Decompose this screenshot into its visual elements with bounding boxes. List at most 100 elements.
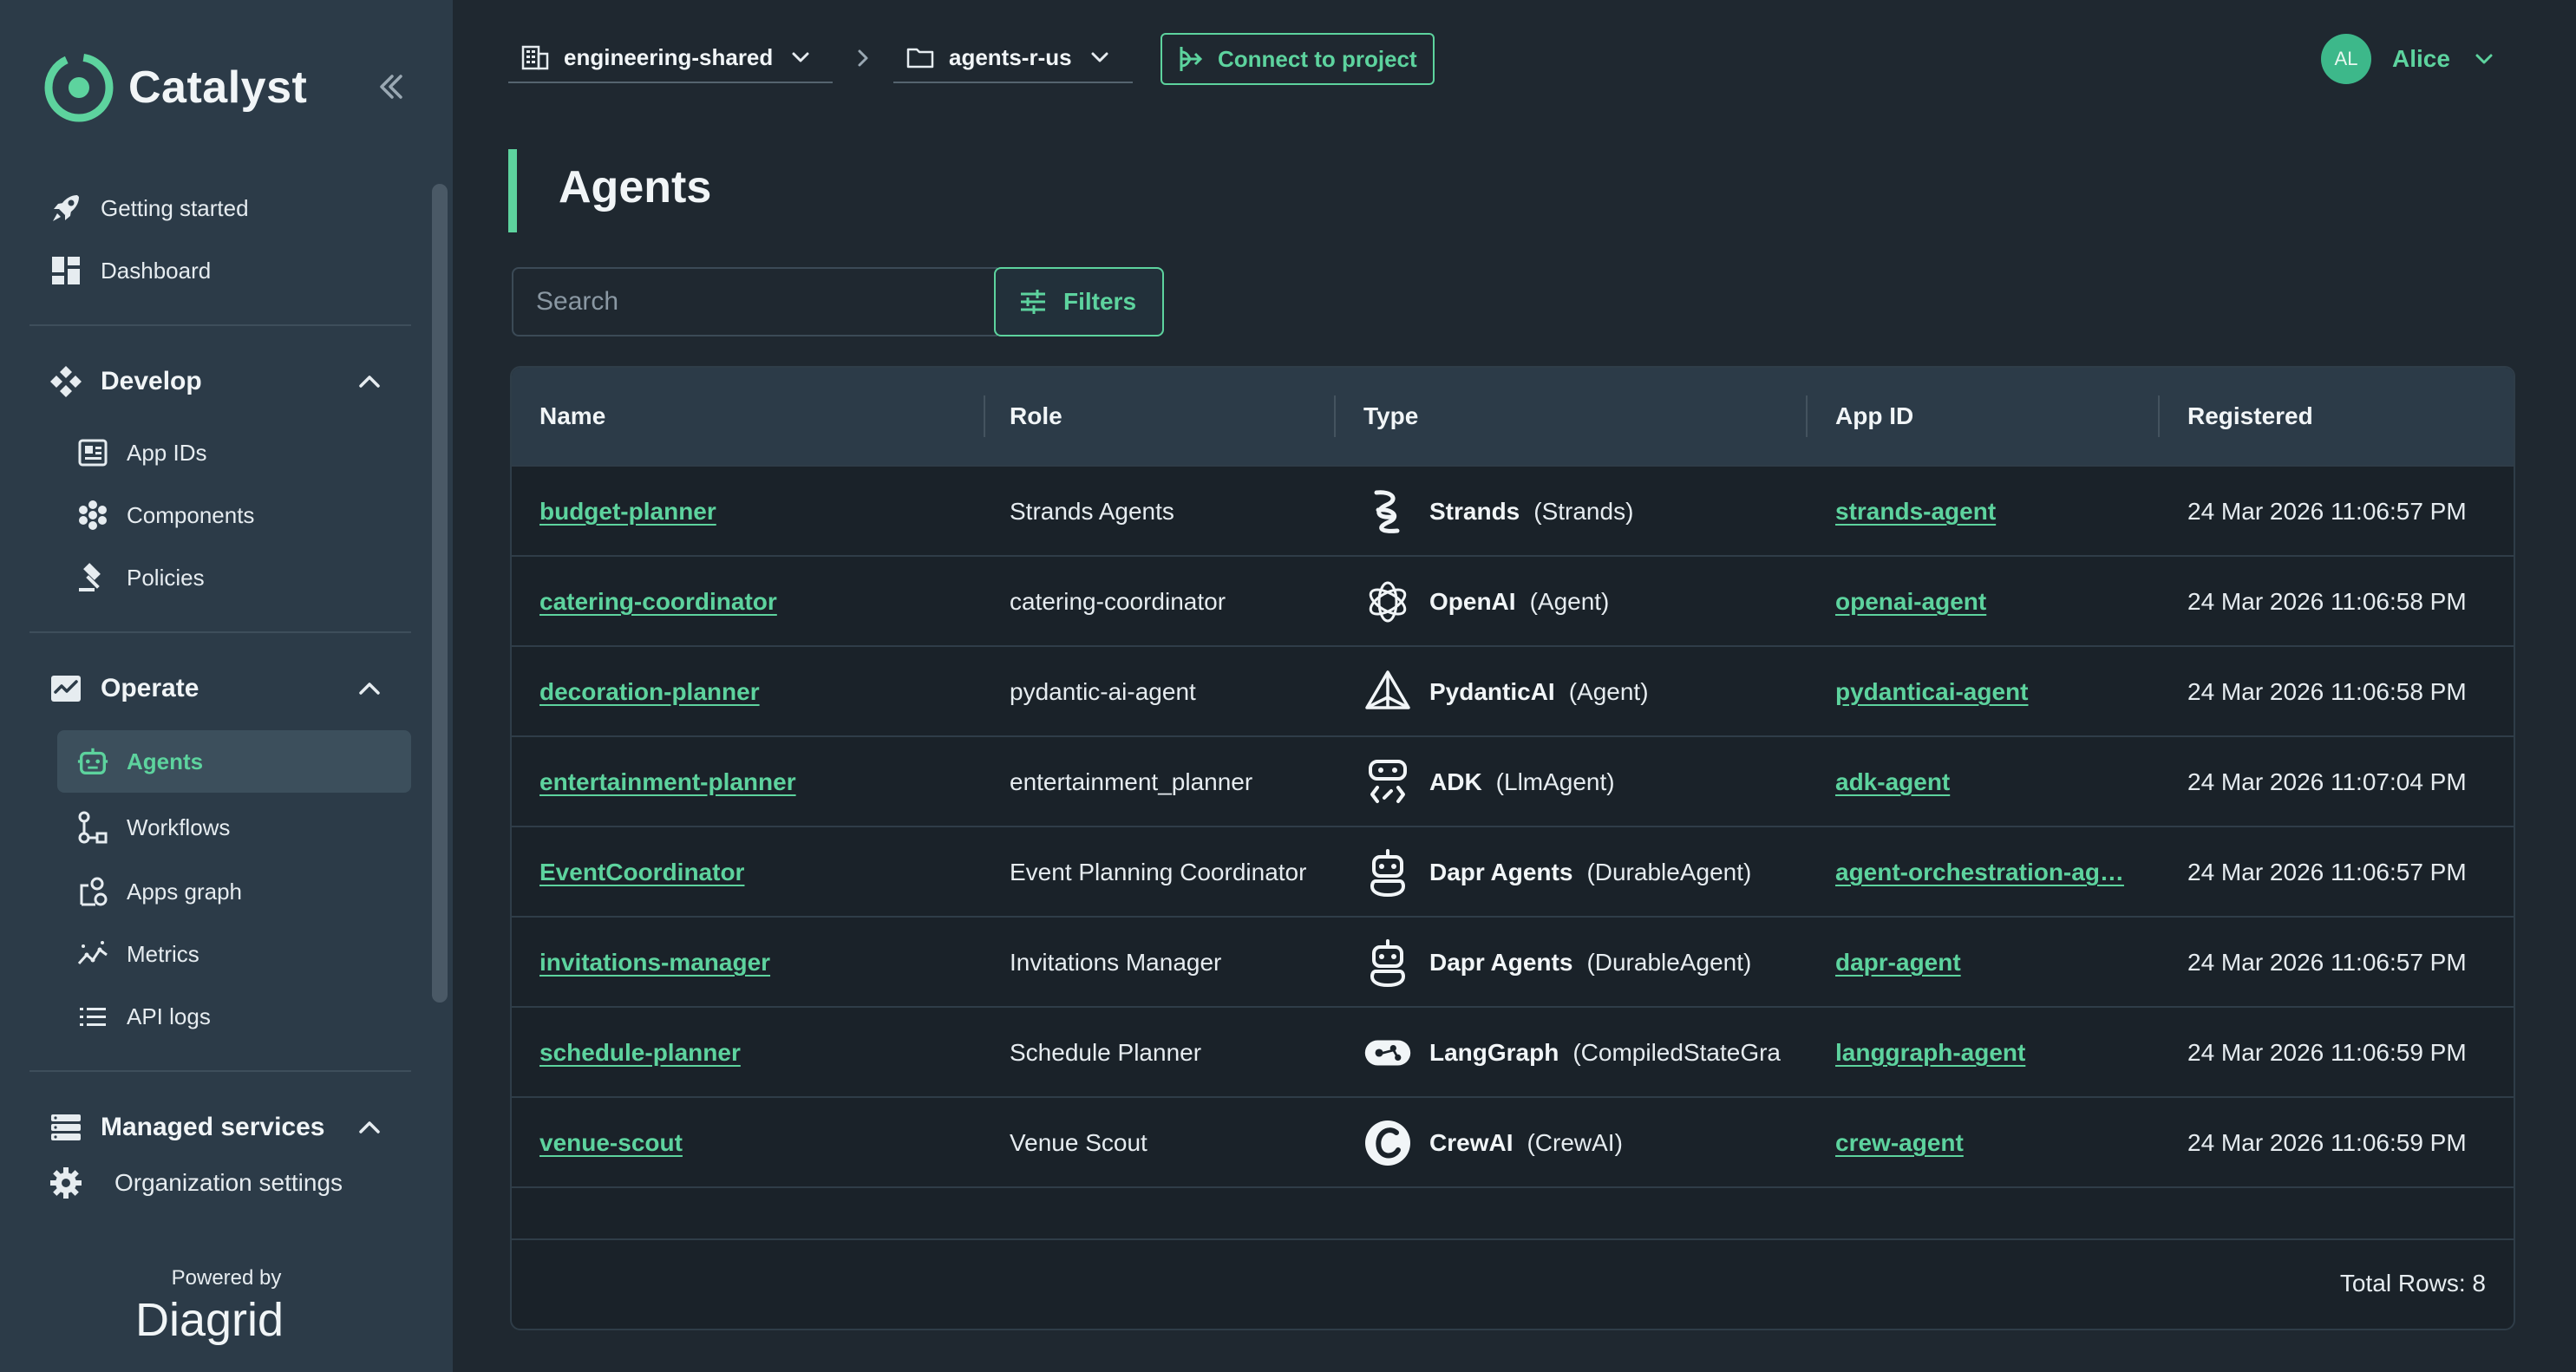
agent-name-link[interactable]: venue-scout xyxy=(539,1129,683,1157)
total-rows-label: Total Rows: 8 xyxy=(2339,1270,2486,1297)
sidebar: Catalyst Getting started Dashboard Devel… xyxy=(0,0,453,1372)
agent-name-link[interactable]: budget-planner xyxy=(539,498,716,526)
sidebar-item-apps-graph[interactable]: Apps graph xyxy=(76,866,242,918)
registered-timestamp: 24 Mar 2026 11:06:58 PM xyxy=(2187,588,2467,615)
agent-role: Strands Agents xyxy=(1010,498,1174,525)
agent-name-link[interactable]: schedule-planner xyxy=(539,1039,741,1067)
agent-name-link[interactable]: decoration-planner xyxy=(539,678,760,706)
table-row[interactable]: EventCoordinator Event Planning Coordinat… xyxy=(512,826,2514,916)
chevron-up-icon[interactable] xyxy=(354,366,385,397)
app-id-link[interactable]: openai-agent xyxy=(1835,588,1986,616)
column-header-name[interactable]: Name xyxy=(539,368,605,465)
diagrid-logo: Diagrid xyxy=(135,1290,317,1351)
agent-subtype: (LlmAgent) xyxy=(1495,768,1615,795)
sidebar-item-label: API logs xyxy=(127,1003,211,1029)
column-header-role[interactable]: Role xyxy=(1010,368,1062,465)
chevron-up-icon[interactable] xyxy=(354,1112,385,1143)
table-row[interactable]: catering-coordinator catering-coordinator… xyxy=(512,555,2514,645)
section-label: Managed services xyxy=(101,1113,325,1141)
agent-type: Strands xyxy=(1429,498,1520,525)
develop-icon xyxy=(49,364,83,399)
sidebar-item-metrics[interactable]: Metrics xyxy=(76,928,199,980)
column-header-registered[interactable]: Registered xyxy=(2187,368,2313,465)
table-row[interactable]: entertainment-planner entertainment_plann… xyxy=(512,735,2514,826)
sidebar-item-dashboard[interactable]: Dashboard xyxy=(49,245,211,297)
sidebar-item-label: Agents xyxy=(127,748,204,774)
chevron-down-icon xyxy=(2475,54,2493,64)
agent-name-link[interactable]: catering-coordinator xyxy=(539,588,777,616)
crewai-icon xyxy=(1363,1119,1412,1167)
agent-role: catering-coordinator xyxy=(1010,588,1226,615)
search-input[interactable] xyxy=(512,267,997,336)
column-divider xyxy=(984,395,985,437)
table-row[interactable]: decoration-planner pydantic-ai-agent Pydan… xyxy=(512,645,2514,735)
chevron-right-icon xyxy=(858,49,868,67)
agent-type: LangGraph xyxy=(1429,1039,1559,1066)
chevron-down-icon xyxy=(1091,52,1108,62)
registered-timestamp: 24 Mar 2026 11:07:04 PM xyxy=(2187,768,2467,795)
agent-name-link[interactable]: invitations-manager xyxy=(539,949,770,977)
registered-timestamp: 24 Mar 2026 11:06:59 PM xyxy=(2187,1039,2467,1066)
sidebar-item-components[interactable]: Components xyxy=(76,489,254,541)
connect-to-project-button[interactable]: Connect to project xyxy=(1161,33,1435,85)
sidebar-item-label: Components xyxy=(127,501,255,528)
agent-role: pydantic-ai-agent xyxy=(1010,678,1196,705)
agent-type: Dapr Agents xyxy=(1429,859,1573,885)
gear-icon xyxy=(49,1166,83,1200)
strands-icon xyxy=(1363,487,1412,536)
sidebar-item-organization-settings[interactable]: Organization settings xyxy=(49,1157,343,1209)
table-header: Name Role Type App ID Registered xyxy=(512,368,2514,465)
app-id-link[interactable]: dapr-agent xyxy=(1835,949,1961,977)
agent-subtype: (Strands) xyxy=(1533,498,1634,525)
app-id-link[interactable]: agent-orchestration-ag… xyxy=(1835,859,2124,886)
sidebar-item-label: Metrics xyxy=(127,940,199,967)
sidebar-item-agents[interactable]: Agents xyxy=(76,735,203,787)
metrics-icon xyxy=(76,938,109,970)
column-divider xyxy=(2158,395,2160,437)
sidebar-item-workflows[interactable]: Workflows xyxy=(76,801,230,853)
app-id-link[interactable]: langgraph-agent xyxy=(1835,1039,2025,1067)
table-row[interactable]: invitations-manager Invitations Manager Da… xyxy=(512,916,2514,1006)
chevron-down-icon xyxy=(792,52,809,62)
sidebar-item-label: App IDs xyxy=(127,439,207,466)
user-menu[interactable]: AL Alice xyxy=(2321,33,2497,85)
chevron-up-icon[interactable] xyxy=(354,673,385,704)
agent-type: PydanticAI xyxy=(1429,678,1555,705)
sidebar-section-develop[interactable]: Develop xyxy=(49,354,202,409)
column-header-app-id[interactable]: App ID xyxy=(1835,368,1913,465)
app-id-link[interactable]: adk-agent xyxy=(1835,768,1950,796)
sidebar-scrollbar[interactable] xyxy=(432,184,448,1003)
collapse-sidebar-icon[interactable] xyxy=(373,69,408,104)
table-row[interactable]: schedule-planner Schedule Planner LangGrap… xyxy=(512,1006,2514,1096)
sidebar-section-managed-services[interactable]: Managed services xyxy=(49,1100,324,1155)
app-name: Catalyst xyxy=(128,62,308,113)
table-row[interactable]: venue-scout Venue Scout CrewAI (CrewAI) crew… xyxy=(512,1096,2514,1186)
app-logo[interactable]: Catalyst xyxy=(42,50,307,125)
components-icon xyxy=(76,499,109,532)
agent-name-link[interactable]: EventCoordinator xyxy=(539,859,744,886)
agent-name-link[interactable]: entertainment-planner xyxy=(539,768,796,796)
app-id-link[interactable]: pydanticai-agent xyxy=(1835,678,2028,706)
sliders-icon xyxy=(1021,290,1045,314)
dapr-robot-icon xyxy=(1363,938,1412,987)
app-id-link[interactable]: crew-agent xyxy=(1835,1129,1964,1157)
sidebar-item-label: Organization settings xyxy=(114,1169,343,1196)
app-id-link[interactable]: strands-agent xyxy=(1835,498,1996,526)
column-header-type[interactable]: Type xyxy=(1363,368,1418,465)
diagrid-logo-text: Diagrid xyxy=(135,1294,284,1346)
sidebar-item-getting-started[interactable]: Getting started xyxy=(49,182,249,234)
project-selector[interactable]: agents-r-us xyxy=(893,33,1133,83)
sidebar-section-operate[interactable]: Operate xyxy=(49,661,199,716)
table-row-divider xyxy=(512,1186,2514,1188)
building-icon xyxy=(521,45,549,70)
table-row[interactable]: budget-planner Strands Agents Strands (Stra… xyxy=(512,465,2514,555)
sidebar-item-policies[interactable]: Policies xyxy=(76,552,205,604)
org-selector[interactable]: engineering-shared xyxy=(508,33,833,83)
agent-type: OpenAI xyxy=(1429,588,1516,615)
section-label: Develop xyxy=(101,367,202,395)
sidebar-item-api-logs[interactable]: API logs xyxy=(76,990,211,1042)
sidebar-item-app-ids[interactable]: App IDs xyxy=(76,427,207,479)
filters-button[interactable]: Filters xyxy=(994,267,1164,336)
filters-label: Filters xyxy=(1063,288,1137,315)
operate-icon xyxy=(49,671,83,706)
